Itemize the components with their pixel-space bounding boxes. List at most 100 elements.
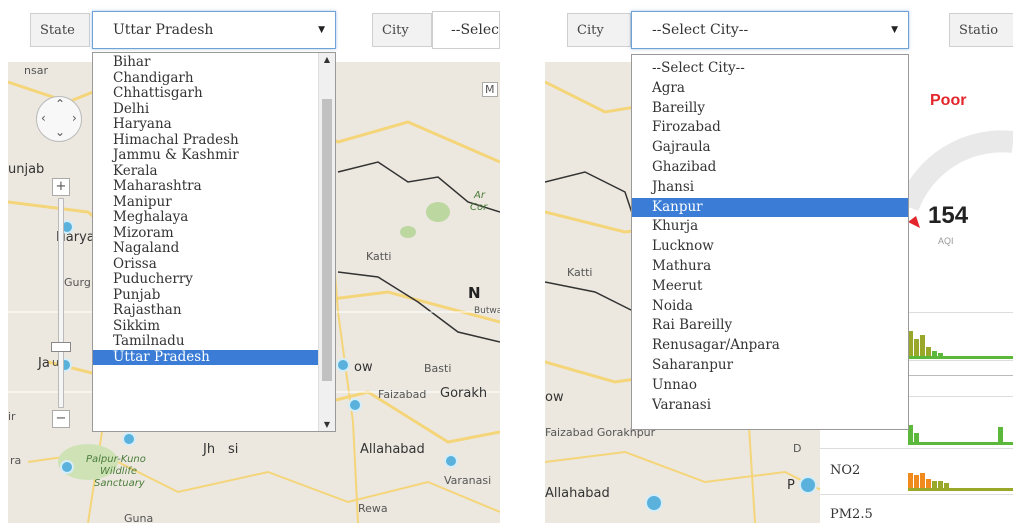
city-option[interactable]: Bareilly [632,99,908,119]
city-option[interactable]: Mathura [632,257,908,277]
chart-baseline [908,375,1013,376]
city-option[interactable]: Meerut [632,277,908,297]
station-label: Statio [949,13,1013,47]
left-panel: nsar unjab Harya Gurg Ja ur ir ra Jh si … [0,0,500,523]
city-option[interactable]: Gajraula [632,138,908,158]
city-option[interactable]: Khurja [632,217,908,237]
state-option[interactable]: Delhi [93,101,335,118]
scroll-down-icon[interactable]: ▼ [319,420,335,429]
map-label-n: N [468,284,481,302]
state-option[interactable]: Maharashtra [93,178,335,195]
pan-down-icon[interactable]: ⌄ [55,125,65,139]
city-select[interactable]: --Selec [432,11,500,49]
city-option[interactable]: Lucknow [632,237,908,257]
map-type-button[interactable]: M [482,82,498,97]
state-option[interactable]: Mizoram [93,225,335,242]
pollutant-row: NO2 [820,448,1013,495]
state-option[interactable]: Uttar Pradesh [93,349,335,365]
state-option[interactable]: Chandigarh [93,70,335,87]
city-dropdown-list[interactable]: --Select City-- Agra Bareilly Firozabad Gajr… [631,54,909,430]
city-select[interactable]: --Select City-- ▼ [631,11,909,49]
map-pan-control[interactable]: ⌃ ‹ › ⌄ [36,96,82,142]
city-select-value: --Select City-- [652,22,749,38]
city-options: --Select City-- Agra Bareilly Firozabad Gajr… [632,55,908,415]
state-option[interactable]: Meghalaya [93,209,335,226]
map-label-guna: Guna [124,512,154,523]
map-label-gorakh: Gorakh [440,386,488,401]
pollutant-name: PM2.5 [830,507,873,522]
chevron-down-icon[interactable]: ▼ [318,12,325,48]
zoom-slider-thumb[interactable] [51,342,71,352]
aqi-value: 154 [928,202,969,229]
state-option[interactable]: Punjab [93,287,335,304]
pollutant-chart [908,405,1013,445]
state-option[interactable]: Manipur [93,194,335,211]
map-label-basti: Basti [424,362,452,375]
city-option[interactable]: Saharanpur [632,356,908,376]
station-pin[interactable] [645,494,663,512]
zoom-slider-track[interactable] [58,198,64,408]
station-pin[interactable] [348,398,362,412]
zoom-in-button[interactable]: + [52,178,70,196]
city-option[interactable]: Jhansi [632,178,908,198]
state-option[interactable]: Haryana [93,116,335,133]
chart-baseline [908,488,1013,491]
pollutant-name: NO2 [830,463,861,478]
state-option[interactable]: Sikkim [93,318,335,335]
state-option[interactable]: Tamilnadu [93,333,335,350]
state-option[interactable]: Chhattisgarh [93,85,335,102]
map-label-ar: Ar [474,190,485,201]
state-option[interactable]: Puducherry [93,271,335,288]
city-option[interactable]: --Select City-- [632,59,908,79]
map-label-nsar: nsar [24,64,48,77]
pollutant-row: PM2.5 [820,494,1013,523]
state-select-value: Uttar Pradesh [113,22,214,38]
state-option[interactable]: Rajasthan [93,302,335,319]
map-label-gurg: Gurg [64,276,91,289]
city-option[interactable]: Rai Bareilly [632,316,908,336]
chart-baseline [908,442,1013,445]
map-label-unjab: unjab [8,162,45,177]
state-option[interactable]: Nagaland [93,240,335,257]
city-option[interactable]: Noida [632,297,908,317]
map-label-allahabad: Allahabad [545,486,610,501]
map-label-ra: ra [10,454,22,467]
state-option[interactable]: Bihar [93,54,335,71]
aqi-gauge-card: Poor 154 AQI [908,62,1013,312]
dropdown-scrollbar[interactable]: ▲ ▼ [318,53,335,431]
city-option[interactable]: Varanasi [632,396,908,416]
state-option[interactable]: Kerala [93,163,335,180]
city-select-value: --Selec [451,22,499,38]
map-label-jh: Jh [203,442,216,457]
scroll-up-icon[interactable]: ▲ [319,55,335,64]
city-option[interactable]: Ghazibad [632,158,908,178]
city-option[interactable]: Unnao [632,376,908,396]
city-option[interactable]: Firozabad [632,118,908,138]
pan-left-icon[interactable]: ‹ [41,111,46,125]
station-pin[interactable] [444,454,458,468]
right-panel: Katti ow Faizabad Gorakhpur Allahabad P … [545,0,1013,523]
zoom-out-button[interactable]: − [52,410,70,428]
station-pin[interactable] [799,476,817,494]
map-label-cor: Cor [470,202,488,213]
map-label-d: D [793,442,802,455]
map-label-ow: ow [545,390,564,405]
state-option[interactable]: Orissa [93,256,335,273]
station-pin[interactable] [122,432,136,446]
map-label-katti: Katti [567,266,593,279]
city-option[interactable]: Kanpur [632,197,908,218]
state-option[interactable]: Jammu & Kashmir [93,147,335,164]
pan-right-icon[interactable]: › [72,111,77,125]
state-dropdown-list[interactable]: Bihar Chandigarh Chhattisgarh Delhi Haryana H… [92,52,336,432]
pan-up-icon[interactable]: ⌃ [55,97,65,111]
scroll-thumb[interactable] [322,99,332,381]
state-select[interactable]: Uttar Pradesh ▼ [92,11,336,49]
city-option[interactable]: Agra [632,79,908,99]
chevron-down-icon[interactable]: ▼ [891,12,898,48]
state-option[interactable]: Himachal Pradesh [93,132,335,149]
city-option[interactable]: Renusagar/Anpara [632,336,908,356]
station-pin[interactable] [60,460,74,474]
station-pin[interactable] [336,358,350,372]
city-label: City [372,13,432,47]
map-label-p: P [787,478,795,493]
